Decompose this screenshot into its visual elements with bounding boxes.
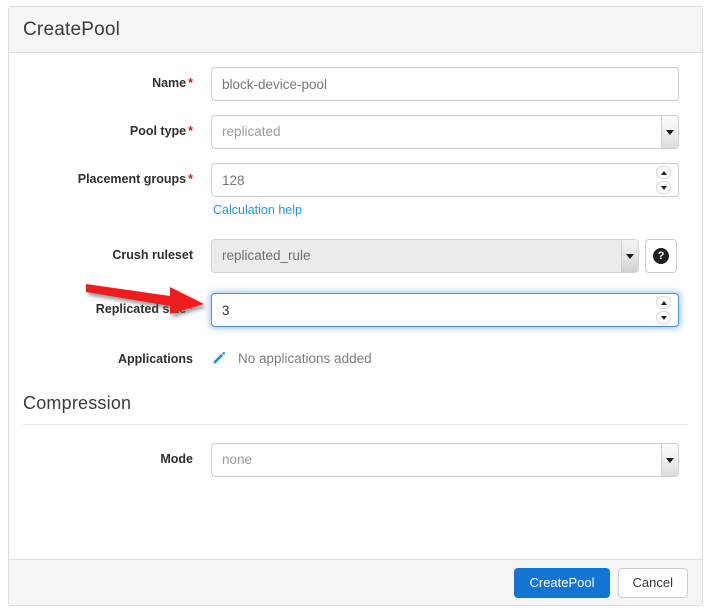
crush-ruleset-select[interactable]: replicated_rule [211, 239, 639, 273]
chevron-down-icon [660, 315, 667, 320]
required-asterisk: * [188, 172, 193, 186]
form-row-mode: Mode none [23, 443, 688, 477]
label-applications-text: Applications [117, 352, 193, 366]
control-wrap-mode: none [211, 443, 679, 477]
control-wrap-replicated-size [211, 293, 679, 327]
calculation-help-row: Calculation help [23, 203, 688, 217]
dialog-header: CreatePool [9, 7, 702, 53]
applications-value: No applications added [211, 350, 372, 366]
question-mark-icon: ? [653, 248, 669, 264]
dialog-body: Name* Pool type* replicated [9, 53, 702, 561]
compression-mode-select[interactable]: none [211, 443, 679, 477]
label-applications: Applications [23, 349, 211, 367]
form-row-name: Name * [23, 67, 688, 101]
chevron-up-icon [660, 300, 667, 305]
label-pool-type: Pool type * [23, 115, 211, 139]
control-wrap-crush-ruleset: replicated_rule ? [211, 239, 677, 273]
chevron-down-icon [666, 129, 674, 135]
placement-groups-stepper[interactable] [656, 166, 671, 194]
form-row-applications: Applications No applications added [23, 349, 688, 367]
label-placement-groups: Placement groups * [23, 163, 211, 187]
crush-ruleset-dropdown-button[interactable] [621, 240, 638, 272]
stepper-down-button[interactable] [656, 311, 671, 324]
stepper-up-button[interactable] [656, 296, 671, 309]
label-crush-ruleset-text: Crush ruleset [112, 248, 193, 262]
calculation-help-link[interactable]: Calculation help [211, 203, 302, 217]
form-row-crush-ruleset: Crush ruleset replicated_rule ? [23, 239, 688, 273]
crush-ruleset-help-button[interactable]: ? [645, 239, 677, 273]
compression-section-title: Compression [23, 393, 132, 413]
form-row-replicated-size: Replicated size * [23, 293, 688, 327]
dialog-footer: CreatePool Cancel [9, 559, 702, 605]
stepper-down-button[interactable] [656, 181, 671, 194]
section-divider [23, 424, 688, 425]
create-pool-submit-button[interactable]: CreatePool [514, 567, 610, 598]
form-row-pool-type: Pool type * replicated [23, 115, 688, 149]
label-name: Name * [23, 67, 211, 91]
applications-empty-text: No applications added [238, 351, 372, 366]
placement-groups-input[interactable] [211, 163, 679, 197]
cancel-button[interactable]: Cancel [617, 567, 688, 598]
name-input[interactable] [211, 67, 679, 101]
compression-section: Compression [23, 393, 688, 425]
form-row-placement-groups: Placement groups * [23, 163, 688, 197]
compression-mode-dropdown-button[interactable] [661, 444, 678, 476]
label-replicated-size-text: Replicated size [95, 302, 187, 316]
pool-type-dropdown-button[interactable] [661, 116, 678, 148]
pool-type-select[interactable]: replicated [211, 115, 679, 149]
label-mode-text: Mode [160, 452, 193, 466]
pencil-icon[interactable] [211, 351, 226, 366]
control-wrap-name [211, 67, 679, 101]
label-mode: Mode [23, 443, 211, 467]
control-wrap-pool-type: replicated [211, 115, 679, 149]
screen: CreatePool Name* Pool type* replicated [0, 0, 711, 612]
label-placement-groups-text: Placement groups [77, 172, 187, 186]
required-asterisk: * [188, 76, 193, 90]
chevron-up-icon [660, 170, 667, 175]
replicated-size-input[interactable] [211, 293, 679, 327]
create-pool-dialog: CreatePool Name* Pool type* replicated [8, 6, 703, 606]
chevron-down-icon [666, 457, 674, 463]
label-name-text: Name [152, 76, 187, 90]
label-replicated-size: Replicated size * [23, 293, 211, 317]
chevron-down-icon [660, 185, 667, 190]
label-crush-ruleset: Crush ruleset [23, 239, 211, 263]
required-asterisk: * [188, 124, 193, 138]
dialog-title: CreatePool [23, 18, 121, 40]
replicated-size-stepper[interactable] [656, 296, 671, 324]
chevron-down-icon [626, 253, 634, 259]
stepper-up-button[interactable] [656, 166, 671, 179]
label-pool-type-text: Pool type [129, 124, 187, 138]
required-asterisk: * [188, 302, 193, 316]
control-wrap-placement-groups [211, 163, 679, 197]
